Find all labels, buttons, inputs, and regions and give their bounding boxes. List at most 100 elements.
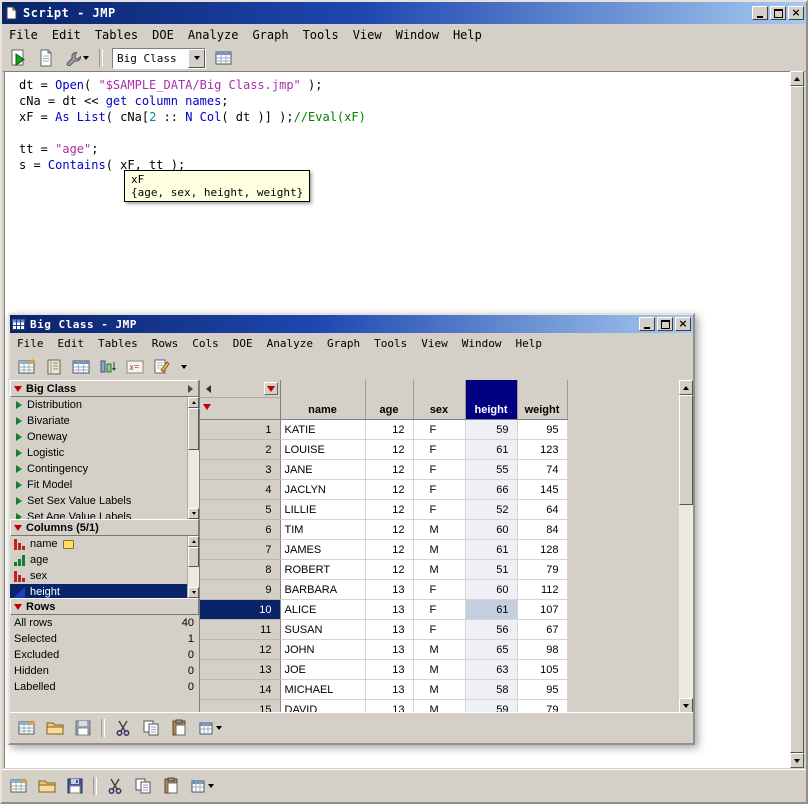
columns-menu-button[interactable] <box>264 382 278 395</box>
minimize-button[interactable] <box>752 6 768 20</box>
menu-item[interactable]: DOE <box>226 335 260 352</box>
menu-item[interactable]: Rows <box>145 335 186 352</box>
minimize-button[interactable] <box>639 317 655 331</box>
menu-item[interactable]: Analyze <box>181 26 246 44</box>
new-data-table-button[interactable] <box>15 356 39 378</box>
scripts-list-scrollbar[interactable] <box>187 397 199 519</box>
table-script-item[interactable]: Logistic <box>10 445 199 461</box>
cell-sex[interactable]: F <box>413 500 465 520</box>
cell-weight[interactable]: 128 <box>517 540 567 560</box>
new-data-table-button[interactable] <box>14 716 40 740</box>
cell-age[interactable]: 13 <box>365 680 413 700</box>
columns-panel-header[interactable]: Columns (5/1) <box>10 519 199 536</box>
menu-item[interactable]: Help <box>508 335 549 352</box>
cell-sex[interactable]: M <box>413 640 465 660</box>
cell-height[interactable]: 60 <box>465 520 517 540</box>
cell-name[interactable]: JAMES <box>280 540 365 560</box>
cell-sex[interactable]: F <box>413 600 465 620</box>
rows-stat-row[interactable]: Hidden 0 <box>10 663 199 679</box>
cell-name[interactable]: MICHAEL <box>280 680 365 700</box>
menu-item[interactable]: Analyze <box>260 335 320 352</box>
maximize-button[interactable] <box>770 6 786 20</box>
open-button[interactable] <box>42 716 68 740</box>
cell-name[interactable]: JOHN <box>280 640 365 660</box>
row-number-cell[interactable]: 13 <box>200 660 280 680</box>
toolbar-overflow-button[interactable] <box>177 356 191 378</box>
cell-weight[interactable]: 79 <box>517 700 567 714</box>
cell-name[interactable]: JOE <box>280 660 365 680</box>
journal-button[interactable] <box>42 356 66 378</box>
rows-stat-row[interactable]: All rows 40 <box>10 615 199 631</box>
cell-name[interactable]: JANE <box>280 460 365 480</box>
cell-weight[interactable]: 107 <box>517 600 567 620</box>
cell-weight[interactable]: 98 <box>517 640 567 660</box>
context-combobox[interactable]: Big Class <box>112 48 206 69</box>
column-item[interactable]: height <box>10 584 199 598</box>
cell-height[interactable]: 51 <box>465 560 517 580</box>
table-menu-button[interactable] <box>186 774 218 798</box>
menu-item[interactable]: Tools <box>367 335 414 352</box>
scroll-up-button[interactable] <box>679 380 693 395</box>
column-header-weight[interactable]: weight <box>517 380 567 420</box>
rows-stat-row[interactable]: Labelled 0 <box>10 679 199 695</box>
cell-weight[interactable]: 123 <box>517 440 567 460</box>
column-item[interactable]: name <box>10 536 199 552</box>
cell-weight[interactable]: 74 <box>517 460 567 480</box>
cell-sex[interactable]: M <box>413 680 465 700</box>
cell-age[interactable]: 12 <box>365 500 413 520</box>
scroll-down-button[interactable] <box>790 753 804 768</box>
cell-weight[interactable]: 112 <box>517 580 567 600</box>
cell-height[interactable]: 59 <box>465 420 517 440</box>
cell-height[interactable]: 61 <box>465 600 517 620</box>
row-number-cell[interactable]: 15 <box>200 700 280 714</box>
cut-button[interactable] <box>110 716 136 740</box>
menu-item[interactable]: Cols <box>185 335 226 352</box>
copy-button[interactable] <box>130 774 156 798</box>
cell-name[interactable]: TIM <box>280 520 365 540</box>
script-pencil-button[interactable] <box>150 356 174 378</box>
column-header-age[interactable]: age <box>365 380 413 420</box>
save-button[interactable] <box>70 716 96 740</box>
copy-button[interactable] <box>138 716 164 740</box>
table-panel-header[interactable]: Big Class <box>10 380 199 397</box>
data-table-button[interactable] <box>212 47 236 69</box>
column-header-name[interactable]: name <box>280 380 365 420</box>
cell-height[interactable]: 52 <box>465 500 517 520</box>
menu-item[interactable]: Edit <box>51 335 92 352</box>
row-number-cell[interactable]: 8 <box>200 560 280 580</box>
menu-item[interactable]: Tables <box>88 26 145 44</box>
editor-scrollbar[interactable] <box>790 71 804 768</box>
cell-age[interactable]: 12 <box>365 520 413 540</box>
cell-sex[interactable]: F <box>413 620 465 640</box>
column-item[interactable]: age <box>10 552 199 568</box>
cell-age[interactable]: 12 <box>365 540 413 560</box>
cell-sex[interactable]: M <box>413 520 465 540</box>
scroll-up-button[interactable] <box>790 71 804 86</box>
menu-item[interactable]: Edit <box>45 26 88 44</box>
cell-weight[interactable]: 79 <box>517 560 567 580</box>
cell-height[interactable]: 63 <box>465 660 517 680</box>
cell-sex[interactable]: M <box>413 560 465 580</box>
menu-item[interactable]: Tables <box>91 335 145 352</box>
row-number-cell[interactable]: 14 <box>200 680 280 700</box>
red-triangle-menu-icon[interactable] <box>14 386 22 392</box>
new-data-table-button[interactable] <box>6 774 32 798</box>
cell-name[interactable]: LILLIE <box>280 500 365 520</box>
table-scrollbar[interactable] <box>679 380 693 713</box>
row-number-cell[interactable]: 10 <box>200 600 280 620</box>
rows-panel-header[interactable]: Rows <box>10 598 199 615</box>
row-number-cell[interactable]: 7 <box>200 540 280 560</box>
table-script-item[interactable]: Contingency <box>10 461 199 477</box>
cell-weight[interactable]: 84 <box>517 520 567 540</box>
row-number-cell[interactable]: 4 <box>200 480 280 500</box>
save-button[interactable] <box>62 774 88 798</box>
table-menu-button[interactable] <box>194 716 226 740</box>
row-number-cell[interactable]: 3 <box>200 460 280 480</box>
cell-weight[interactable]: 67 <box>517 620 567 640</box>
formula-button[interactable]: x= <box>123 356 147 378</box>
combobox-dropdown-button[interactable] <box>188 49 205 68</box>
cell-age[interactable]: 13 <box>365 600 413 620</box>
cell-height[interactable]: 61 <box>465 540 517 560</box>
menu-item[interactable]: File <box>10 335 51 352</box>
new-script-button[interactable] <box>34 47 58 69</box>
